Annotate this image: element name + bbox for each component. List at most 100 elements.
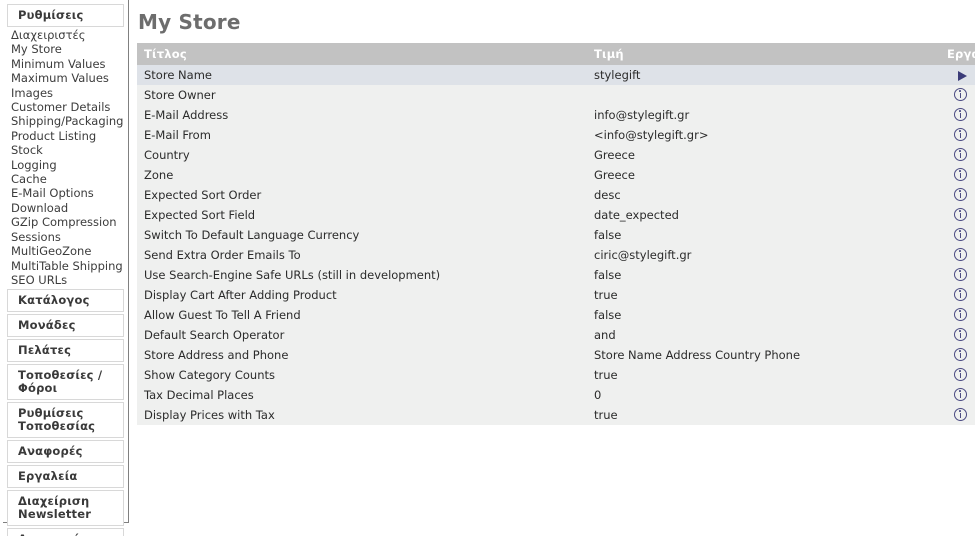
- info-icon[interactable]: [954, 328, 967, 341]
- sidebar-item[interactable]: Shipping/Packaging: [3, 114, 128, 128]
- table-row[interactable]: E-Mail From <info@stylegift.gr>: [137, 125, 975, 145]
- info-icon[interactable]: [954, 348, 967, 361]
- sidebar-item[interactable]: Images: [3, 86, 128, 100]
- page-root: Ρυθμίσεις Διαχειριστές My Store Minimum Val…: [0, 0, 975, 536]
- sidebar-section-header[interactable]: Μονάδες: [7, 314, 124, 338]
- sidebar-section-header[interactable]: Αναφορές: [7, 440, 124, 464]
- cell-value: stylegift: [594, 68, 641, 82]
- cell-action: [940, 385, 975, 405]
- column-header-action[interactable]: Εργασία: [940, 43, 975, 65]
- table-row[interactable]: Expected Sort Field date_expected: [137, 205, 975, 225]
- cell-title: Allow Guest To Tell A Friend: [144, 308, 301, 322]
- cell-title: Tax Decimal Places: [144, 388, 254, 402]
- table-row[interactable]: E-Mail Address info@stylegift.gr: [137, 105, 975, 125]
- cell-title: E-Mail Address: [144, 108, 229, 122]
- cell-title: Store Name: [144, 68, 212, 82]
- sidebar-item[interactable]: MultiTable Shipping: [3, 259, 128, 273]
- sidebar-item[interactable]: Stock: [3, 143, 128, 157]
- info-icon[interactable]: [954, 148, 967, 161]
- sidebar-section-header[interactable]: Ρυθμίσεις: [7, 4, 124, 27]
- table-header-row: Τίτλος Τιμή Εργασία: [137, 43, 975, 65]
- info-icon[interactable]: [954, 188, 967, 201]
- sidebar-item[interactable]: Minimum Values: [3, 57, 128, 71]
- info-icon[interactable]: [954, 128, 967, 141]
- cell-value: [587, 85, 940, 105]
- column-header-title[interactable]: Τίτλος: [137, 43, 587, 65]
- info-icon[interactable]: [954, 248, 967, 261]
- cell-title: Switch To Default Language Currency: [144, 228, 360, 242]
- info-icon[interactable]: [954, 388, 967, 401]
- column-header-value[interactable]: Τιμή: [587, 43, 940, 65]
- info-icon[interactable]: [954, 308, 967, 321]
- table-row[interactable]: Display Prices with Tax true: [137, 405, 975, 425]
- table-row[interactable]: Zone Greece: [137, 165, 975, 185]
- cell-value: date_expected: [594, 208, 679, 222]
- table-row[interactable]: Country Greece: [137, 145, 975, 165]
- cell-title: Send Extra Order Emails To: [144, 248, 301, 262]
- sidebar-section-header[interactable]: Τοποθεσίες / Φόροι: [7, 364, 124, 401]
- info-icon[interactable]: [954, 368, 967, 381]
- table-row[interactable]: Tax Decimal Places 0: [137, 385, 975, 405]
- cell-value: Greece: [594, 168, 635, 182]
- cell-value: and: [594, 328, 616, 342]
- info-icon[interactable]: [954, 168, 967, 181]
- table-row[interactable]: Send Extra Order Emails To ciric@stylegif…: [137, 245, 975, 265]
- sidebar-section-header[interactable]: Κατάλογος: [7, 289, 124, 313]
- cell-title: Default Search Operator: [144, 328, 285, 342]
- sidebar-section-header[interactable]: Δυναμικές αλλαγές: [7, 528, 124, 536]
- cell-title: E-Mail From: [144, 128, 211, 142]
- table-body: Store Name stylegift Store Owner E-Mail Add…: [137, 65, 975, 425]
- info-icon[interactable]: [954, 408, 967, 421]
- sidebar-item[interactable]: Customer Details: [3, 100, 128, 114]
- play-icon[interactable]: [958, 71, 967, 81]
- info-icon[interactable]: [954, 88, 967, 101]
- info-icon[interactable]: [954, 108, 967, 121]
- cell-action: [940, 245, 975, 265]
- sidebar-item[interactable]: Διαχειριστές: [3, 28, 128, 42]
- settings-table: Τίτλος Τιμή Εργασία Store NamestylegiftS…: [137, 43, 975, 425]
- info-icon[interactable]: [954, 228, 967, 241]
- sidebar-item[interactable]: MultiGeoZone: [3, 244, 128, 258]
- cell-title: Store Owner: [144, 88, 216, 102]
- sidebar-item[interactable]: My Store: [3, 42, 128, 56]
- sidebar-item[interactable]: Download: [3, 201, 128, 215]
- cell-title: Expected Sort Field: [144, 208, 256, 222]
- cell-value: desc: [594, 188, 621, 202]
- info-icon[interactable]: [954, 268, 967, 281]
- cell-action: [940, 145, 975, 165]
- sidebar-section-header[interactable]: Ρυθμίσεις Τοποθεσίας: [7, 402, 124, 439]
- table-row[interactable]: Store Owner: [137, 85, 975, 105]
- sidebar-item[interactable]: Cache: [3, 172, 128, 186]
- sidebar-item[interactable]: E-Mail Options: [3, 186, 128, 200]
- sidebar-item[interactable]: Logging: [3, 158, 128, 172]
- table-row[interactable]: Default Search Operator and: [137, 325, 975, 345]
- sidebar-item[interactable]: SEO URLs: [3, 273, 128, 287]
- info-icon[interactable]: [954, 208, 967, 221]
- sidebar-menu-list: Διαχειριστές My Store Minimum Values Maximu…: [3, 28, 128, 287]
- table-row[interactable]: Store Address and Phone Store Name Addres…: [137, 345, 975, 365]
- cell-value: false: [594, 228, 622, 242]
- sidebar-section-header[interactable]: Εργαλεία: [7, 465, 124, 489]
- cell-action: [940, 305, 975, 325]
- sidebar-item[interactable]: GZip Compression: [3, 215, 128, 229]
- sidebar-item[interactable]: Sessions: [3, 230, 128, 244]
- cell-action: [940, 205, 975, 225]
- info-icon[interactable]: [954, 288, 967, 301]
- sidebar-section-header[interactable]: Διαχείριση Newsletter: [7, 490, 124, 527]
- table-row[interactable]: Switch To Default Language Currency false: [137, 225, 975, 245]
- cell-value: info@stylegift.gr: [594, 108, 690, 122]
- main-content: My Store Τίτλος Τιμή Εργασία Store Name s…: [137, 0, 975, 536]
- sidebar-item[interactable]: Product Listing: [3, 129, 128, 143]
- table-row[interactable]: Expected Sort Order desc: [137, 185, 975, 205]
- table-row[interactable]: Store Name stylegift: [137, 65, 975, 85]
- table-row[interactable]: Allow Guest To Tell A Friend false: [137, 305, 975, 325]
- table-row[interactable]: Show Category Counts true: [137, 365, 975, 385]
- sidebar-section-header[interactable]: Πελάτες: [7, 339, 124, 363]
- cell-value: Store Name Address Country Phone: [594, 348, 801, 362]
- table-row[interactable]: Display Cart After Adding Product true: [137, 285, 975, 305]
- cell-value: false: [594, 268, 622, 282]
- table-row[interactable]: Use Search-Engine Safe URLs (still in de…: [137, 265, 975, 285]
- cell-action: [940, 265, 975, 285]
- sidebar-item[interactable]: Maximum Values: [3, 71, 128, 85]
- cell-value: Greece: [594, 148, 635, 162]
